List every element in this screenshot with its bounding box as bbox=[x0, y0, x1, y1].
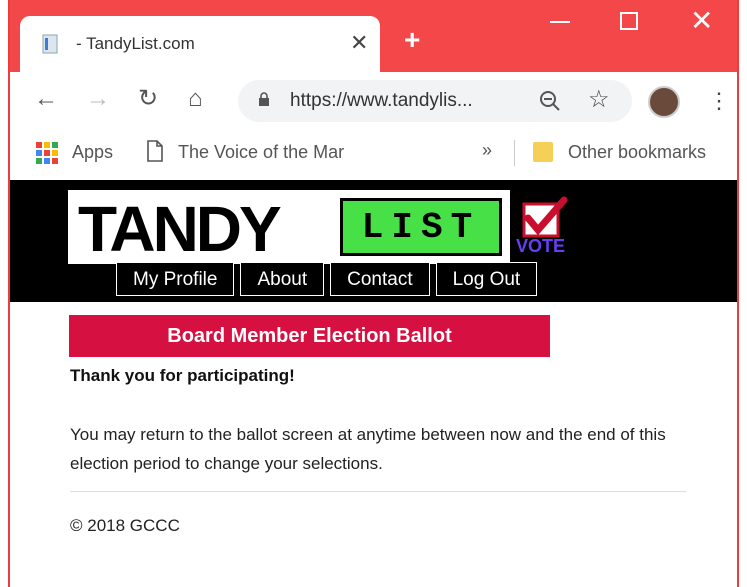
new-tab-icon[interactable]: + bbox=[404, 26, 420, 54]
bookmarks-overflow-icon[interactable]: » bbox=[482, 140, 492, 161]
minimize-icon[interactable] bbox=[548, 10, 572, 34]
nav-log-out[interactable]: Log Out bbox=[435, 262, 538, 296]
url-text[interactable]: https://www.tandylis... bbox=[290, 90, 473, 112]
bookmark-star-icon[interactable]: ☆ bbox=[588, 85, 610, 114]
zoom-icon[interactable] bbox=[538, 89, 562, 113]
tab-close-icon[interactable]: ✕ bbox=[350, 30, 368, 56]
window-close-icon[interactable]: ✕ bbox=[690, 4, 713, 37]
bookmark-voice[interactable]: The Voice of the Mar bbox=[178, 142, 344, 163]
nav-about[interactable]: About bbox=[240, 262, 325, 296]
page-favicon-icon bbox=[42, 34, 58, 54]
nav-contact[interactable]: Contact bbox=[330, 262, 430, 296]
ballot-title-banner: Board Member Election Ballot bbox=[69, 315, 550, 357]
folder-icon bbox=[533, 142, 553, 162]
menu-kebab-icon[interactable]: ⋮ bbox=[708, 86, 730, 116]
bookmark-other[interactable]: Other bookmarks bbox=[568, 142, 706, 163]
info-message: You may return to the ballot screen at a… bbox=[70, 425, 666, 473]
tab-title: - TandyList.com bbox=[76, 34, 195, 53]
lock-icon bbox=[259, 92, 269, 106]
nav-my-profile[interactable]: My Profile bbox=[116, 262, 235, 296]
thanks-heading: Thank you for participating! bbox=[70, 366, 295, 385]
logo-tandy-text[interactable]: TANDY bbox=[78, 190, 282, 268]
vote-badge-text: VOTE bbox=[516, 236, 566, 256]
address-bar[interactable]: https://www.tandylis... ☆ bbox=[238, 80, 632, 122]
back-arrow-icon[interactable]: ← bbox=[34, 86, 58, 112]
browser-tab[interactable]: - TandyList.com ✕ bbox=[20, 16, 380, 72]
home-icon[interactable]: ⌂ bbox=[188, 86, 203, 112]
forward-arrow-icon[interactable]: → bbox=[86, 86, 110, 112]
window-border-right bbox=[737, 0, 739, 587]
bookmark-apps[interactable]: Apps bbox=[72, 142, 113, 163]
content-divider bbox=[70, 491, 686, 492]
maximize-icon[interactable] bbox=[620, 12, 638, 30]
copyright-footer: © 2018 GCCC bbox=[70, 516, 180, 535]
site-nav: My Profile About Contact Log Out bbox=[116, 262, 538, 298]
window-border-left bbox=[8, 0, 10, 587]
apps-grid-icon[interactable] bbox=[36, 142, 58, 164]
logo-list-text[interactable]: LIST bbox=[340, 198, 502, 256]
reload-icon[interactable]: ↻ bbox=[138, 86, 158, 112]
page-icon bbox=[147, 140, 163, 162]
profile-avatar[interactable] bbox=[648, 86, 680, 118]
bookmarks-divider bbox=[514, 140, 515, 166]
